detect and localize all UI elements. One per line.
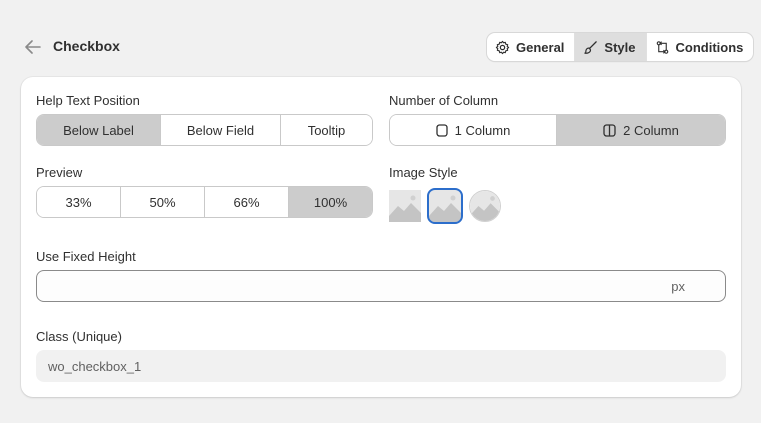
column-option-1-label: 1 Column (454, 122, 511, 138)
gear-icon (495, 40, 510, 54)
help-text-option-below-field[interactable]: Below Field (161, 115, 281, 145)
page-title: Checkbox (53, 38, 120, 54)
image-style-selector (389, 188, 501, 224)
two-column-icon (603, 123, 616, 137)
branch-icon (656, 40, 668, 54)
image-style-square[interactable] (389, 190, 421, 222)
preview-option-66[interactable]: 66% (205, 187, 289, 217)
image-placeholder-icon (470, 191, 500, 221)
number-of-column-selector: 1 Column 2 Column (389, 114, 726, 146)
style-settings-card: Help Text Position Below Label Below Fie… (21, 77, 741, 397)
preview-option-33[interactable]: 33% (37, 187, 121, 217)
preview-option-100[interactable]: 100% (289, 187, 372, 217)
help-text-option-below-label[interactable]: Below Label (37, 115, 161, 145)
tab-style[interactable]: Style (575, 33, 647, 61)
single-column-icon (436, 123, 448, 137)
page-header: Checkbox General Style Conditions (0, 0, 761, 76)
image-style-circle[interactable] (469, 190, 501, 222)
column-option-1[interactable]: 1 Column (390, 115, 557, 145)
fixed-height-input[interactable]: px (36, 270, 726, 302)
px-suffix: px (671, 278, 685, 294)
tab-conditions[interactable]: Conditions (647, 33, 754, 61)
help-text-option-tooltip[interactable]: Tooltip (281, 115, 372, 145)
tab-general-label: General (516, 39, 565, 55)
preview-width-selector: 33% 50% 66% 100% (36, 186, 373, 218)
preview-option-50[interactable]: 50% (121, 187, 205, 217)
image-style-label: Image Style (389, 165, 458, 180)
help-text-position-selector: Below Label Below Field Tooltip (36, 114, 373, 146)
preview-label: Preview (36, 165, 83, 180)
help-text-position-label: Help Text Position (36, 93, 140, 108)
column-option-2[interactable]: 2 Column (557, 115, 725, 145)
tab-conditions-label: Conditions (675, 39, 744, 55)
image-placeholder-icon (429, 190, 461, 222)
tab-bar: General Style Conditions (487, 33, 754, 61)
tab-style-label: Style (604, 39, 636, 55)
number-of-column-label: Number of Column (389, 93, 499, 108)
image-placeholder-icon (389, 190, 421, 222)
paintbrush-icon (584, 40, 598, 54)
back-button[interactable] (23, 37, 43, 57)
class-unique-input[interactable]: wo_checkbox_1 (36, 350, 726, 382)
arrow-left-icon (25, 40, 41, 54)
class-unique-label: Class (Unique) (36, 329, 122, 344)
class-unique-value: wo_checkbox_1 (48, 358, 142, 374)
image-style-rounded[interactable] (427, 188, 463, 224)
fixed-height-label: Use Fixed Height (36, 249, 136, 264)
tab-general[interactable]: General (487, 33, 576, 61)
column-option-2-label: 2 Column (623, 122, 679, 138)
